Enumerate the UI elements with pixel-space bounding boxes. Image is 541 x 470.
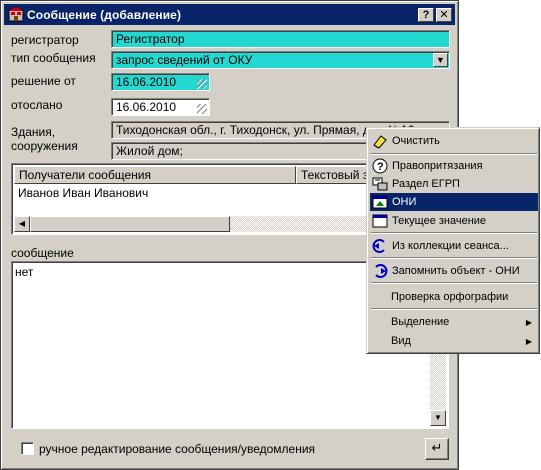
dropdown-arrow-icon[interactable]: ▼ [433, 53, 448, 67]
message-type-label: тип сообщения [11, 51, 96, 65]
message-type-select[interactable]: запрос сведений от ОКУ ▼ [111, 51, 450, 69]
submenu-arrow-icon: ▶ [525, 336, 532, 346]
menu-separator [371, 282, 537, 284]
menu-item-view[interactable]: Вид ▶ [370, 332, 538, 350]
menu-item-spellcheck[interactable]: Проверка орфографии [370, 288, 538, 306]
menu-item-from-collection[interactable]: Из коллекции сеанса... [370, 237, 538, 255]
submenu-arrow-icon: ▶ [525, 317, 532, 327]
help-button[interactable]: ? [418, 7, 434, 22]
close-button[interactable]: ✕ [436, 7, 452, 22]
sent-label: отослано [11, 98, 63, 112]
collection-icon [372, 238, 388, 254]
menu-item-clear[interactable]: Очистить [370, 132, 538, 150]
menu-item-claims[interactable]: ? Правопритязания [370, 157, 538, 175]
context-menu: Очистить ? Правопритязания Раздел ЕГРП О… [366, 127, 540, 354]
decision-date-value: 16.06.2010 [116, 75, 177, 89]
recipient-name-cell: Иванов Иван Иванович [18, 186, 149, 200]
message-value: нет [15, 265, 34, 279]
buildings-label-line1: Здания, [11, 125, 56, 139]
menu-separator [371, 232, 537, 234]
enter-button[interactable]: ↵ [425, 438, 449, 460]
manual-edit-checkbox[interactable] [21, 442, 34, 455]
question-icon: ? [372, 158, 388, 174]
manual-edit-label: ручное редактирование сообщения/уведомле… [39, 442, 316, 456]
resize-grip-icon [197, 104, 207, 114]
scroll-left-icon[interactable]: ◀ [14, 216, 30, 232]
sent-date-field[interactable]: 16.06.2010 [111, 98, 210, 116]
window-title: Сообщение (добавление) [27, 7, 182, 22]
menu-item-current-value[interactable]: Текущее значение [370, 212, 538, 230]
eraser-icon [372, 133, 388, 149]
app-icon [8, 6, 24, 23]
sent-date-value: 16.06.2010 [116, 100, 177, 114]
register-icon [372, 176, 388, 192]
registrar-field[interactable]: Регистратор [111, 30, 450, 48]
menu-separator [371, 308, 537, 310]
menu-separator [371, 257, 537, 259]
object-icon [372, 194, 388, 210]
menu-item-egrp-section[interactable]: Раздел ЕГРП [370, 175, 538, 193]
registrar-value: Регистратор [116, 32, 185, 46]
enter-icon: ↵ [431, 440, 443, 455]
remember-icon [372, 263, 388, 279]
title-bar[interactable]: Сообщение (добавление) ? ✕ [4, 4, 455, 25]
svg-text:?: ? [377, 161, 384, 173]
message-type-value: запрос сведений от ОКУ [116, 53, 253, 67]
registrar-label: регистратор [11, 33, 79, 47]
window-icon [372, 213, 388, 229]
building-type-value: Жилой дом; [116, 144, 183, 158]
menu-item-oni[interactable]: ОНИ [370, 193, 538, 211]
scroll-thumb[interactable] [30, 216, 230, 232]
menu-item-selection[interactable]: Выделение ▶ [370, 313, 538, 331]
column-header-recipients[interactable]: Получатели сообщения [14, 166, 296, 184]
menu-separator [371, 153, 537, 155]
decision-date-field[interactable]: 16.06.2010 [111, 73, 210, 91]
buildings-label-line2: сооружения [11, 139, 78, 153]
decision-label: решение от [11, 74, 76, 88]
scroll-down-icon[interactable]: ▼ [430, 410, 446, 426]
table-row[interactable]: Иванов Иван Иванович [18, 186, 148, 200]
message-label: сообщение [11, 246, 74, 260]
menu-item-remember-object[interactable]: Запомнить объект - ОНИ [370, 262, 538, 280]
resize-grip-icon [197, 79, 207, 89]
